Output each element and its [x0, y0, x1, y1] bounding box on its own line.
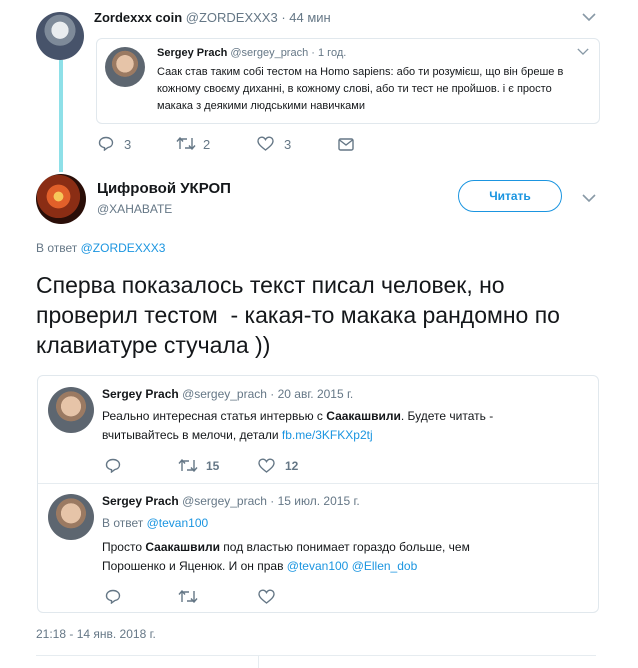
embedded-thread: Sergey Prach @sergey_prach · 20 авг. 201…	[37, 375, 599, 613]
divider	[38, 483, 598, 484]
tweet-time: · 1 год.	[311, 47, 347, 59]
tweet-timestamp[interactable]: 21:18 - 14 янв. 2018 г.	[36, 627, 156, 641]
retweet-count: 2	[203, 137, 211, 152]
mention-link[interactable]: @Ellen_dob	[352, 559, 418, 573]
author-handle[interactable]: @sergey_prach	[182, 494, 267, 508]
retweet-icon[interactable]	[178, 590, 198, 603]
tweet-text: Просто Саакашвили под властью понимает г…	[102, 538, 522, 576]
author-name[interactable]: Zordexxx coin	[94, 10, 182, 25]
reply-context: В ответ @ZORDEXXX3	[36, 241, 165, 255]
chevron-down-icon[interactable]	[577, 47, 589, 56]
reply-icon[interactable]	[98, 136, 114, 151]
follow-button[interactable]: Читать	[458, 180, 562, 212]
reply-icon[interactable]	[105, 589, 121, 604]
divider	[36, 655, 596, 656]
avatar[interactable]	[48, 387, 94, 433]
tweet-time[interactable]: · 20 авг. 2015 г.	[270, 387, 353, 401]
tweet-text: Реально интересная статья интервью с Саа…	[102, 407, 542, 445]
thread-line	[59, 60, 63, 172]
like-icon[interactable]	[257, 136, 274, 151]
like-icon[interactable]	[258, 458, 275, 473]
retweet-icon[interactable]	[178, 459, 198, 472]
retweet-count: 15	[206, 459, 220, 473]
reply-prefix: В ответ	[36, 241, 78, 255]
tweet-text-part: Просто	[102, 540, 146, 554]
tweet-text-part: Реально интересная статья интервью с	[102, 409, 327, 423]
author-name[interactable]: Sergey Prach	[102, 494, 179, 508]
avatar[interactable]	[36, 174, 86, 224]
chevron-down-icon[interactable]	[582, 193, 596, 203]
author-name: Sergey Prach	[157, 47, 228, 59]
avatar[interactable]	[36, 12, 84, 60]
reply-to-link[interactable]: @tevan100	[147, 516, 209, 530]
chevron-down-icon[interactable]	[582, 12, 596, 22]
author-name[interactable]: Цифровой УКРОП	[97, 180, 231, 197]
tweet-time[interactable]: · 15 июл. 2015 г.	[270, 494, 359, 508]
tweet-text-bold: Саакашвили	[326, 409, 401, 423]
tweet-time[interactable]: · 44 мин	[281, 10, 330, 25]
reply-count: 3	[124, 137, 132, 152]
like-count: 3	[284, 137, 292, 152]
author-handle: @sergey_prach	[230, 47, 309, 59]
quoted-tweet[interactable]: Sergey Prach @sergey_prach · 1 год. Саак…	[96, 38, 600, 124]
mention-link[interactable]: @tevan100	[287, 559, 349, 573]
author-handle[interactable]: @ZORDEXXX3	[186, 10, 278, 25]
tweet-text: Сперва показалось текст писал человек, н…	[36, 272, 567, 358]
reply-context: В ответ @tevan100	[102, 516, 208, 530]
follow-button-label: Читать	[489, 189, 531, 203]
author-handle[interactable]: @sergey_prach	[182, 387, 267, 401]
reply-to-link[interactable]: @ZORDEXXX3	[81, 241, 166, 255]
reply-icon[interactable]	[105, 458, 121, 473]
like-icon[interactable]	[258, 589, 275, 604]
author-name[interactable]: Sergey Prach	[102, 387, 179, 401]
dm-icon[interactable]	[338, 138, 354, 151]
tweet-text-bold: Саакашвили	[145, 540, 220, 554]
like-count: 12	[285, 459, 299, 473]
divider	[258, 656, 259, 668]
retweet-icon[interactable]	[176, 137, 196, 150]
author-handle[interactable]: @XAHABATE	[97, 202, 172, 216]
avatar	[105, 47, 145, 87]
quoted-tweet-text: Саак став таким собі тестом на Homo sapi…	[157, 66, 564, 112]
reply-prefix: В ответ	[102, 516, 144, 530]
tweet-link[interactable]: fb.me/3KFKXp2tj	[282, 428, 373, 442]
avatar[interactable]	[48, 494, 94, 540]
